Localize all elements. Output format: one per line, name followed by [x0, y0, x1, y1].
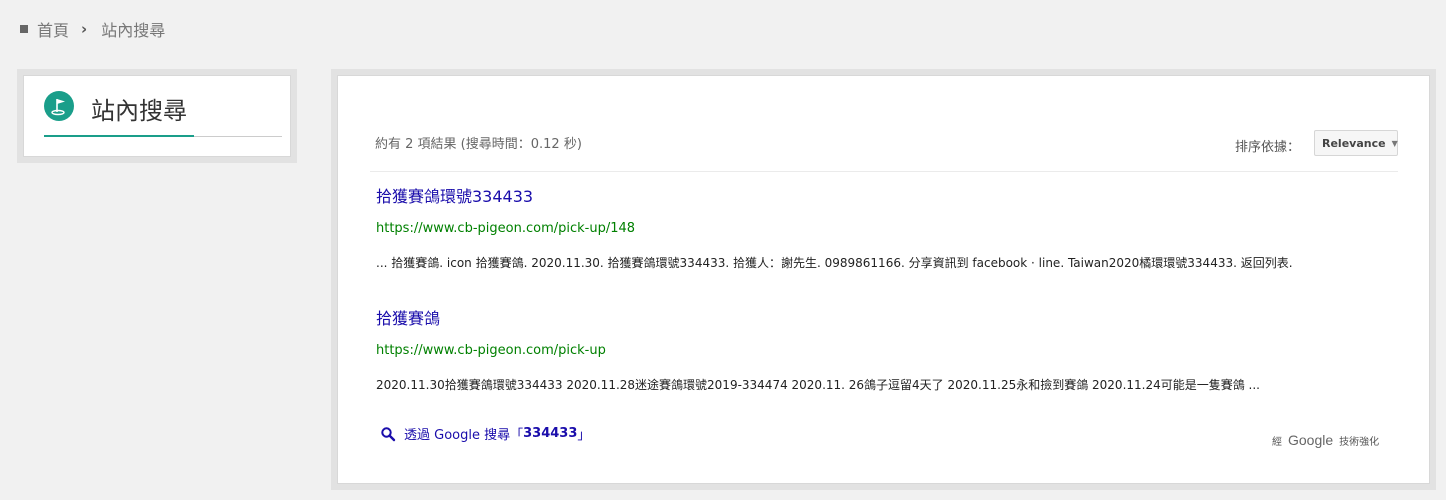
result-summary: 約有 2 項結果 (搜尋時間：0.12 秒) [375, 137, 582, 152]
result-url: https://www.cb-pigeon.com/pick-up [376, 343, 606, 358]
results-card-inner: 約有 2 項結果 (搜尋時間：0.12 秒) 排序依據： Relevance ▼… [337, 75, 1430, 484]
breadcrumb-square-icon [20, 25, 28, 33]
sidebar-card: 站內搜尋 [17, 69, 297, 163]
results-card: 約有 2 項結果 (搜尋時間：0.12 秒) 排序依據： Relevance ▼… [331, 69, 1436, 490]
result-title-link[interactable]: 拾獲賽鴿 [376, 305, 1260, 329]
google-search-query: 334433 [523, 426, 578, 441]
powered-prefix: 經 [1272, 436, 1282, 448]
powered-by-google: 經 Google 技術強化 [1272, 432, 1379, 448]
results-divider [370, 171, 1398, 172]
search-result: 拾獲賽鴿環號334433 https://www.cb-pigeon.com/p… [376, 183, 1293, 271]
search-icon [381, 426, 396, 441]
breadcrumb: 首頁 › 站內搜尋 [20, 17, 165, 41]
sort-select-value: Relevance [1322, 136, 1386, 150]
powered-suffix: 技術強化 [1339, 436, 1380, 448]
result-snippet: 2020.11.30拾獲賽鴿環號334433 2020.11.28迷途賽鴿環號2… [376, 378, 1260, 392]
result-snippet: ... 拾獲賽鴿. icon 拾獲賽鴿. 2020.11.30. 拾獲賽鴿環號3… [376, 256, 1293, 270]
sidebar-card-inner: 站內搜尋 [23, 75, 291, 157]
chevron-right-icon: › [81, 20, 88, 38]
google-search-link[interactable]: 透過 Google 搜尋「 334433」 [380, 424, 590, 443]
sort-label: 排序依據： [1235, 140, 1301, 155]
google-logo: Google [1288, 432, 1334, 448]
google-search-prefix: 透過 Google 搜尋「 [404, 428, 524, 443]
caret-down-icon: ▼ [1391, 138, 1398, 148]
breadcrumb-current: 站內搜尋 [101, 21, 166, 40]
google-search-suffix: 」 [577, 428, 591, 443]
result-title-link[interactable]: 拾獲賽鴿環號334433 [376, 183, 1293, 207]
golf-flag-icon [44, 91, 74, 121]
result-url: https://www.cb-pigeon.com/pick-up/148 [376, 221, 636, 236]
breadcrumb-home-link[interactable]: 首頁 [37, 17, 69, 41]
sidebar-divider-accent [44, 135, 194, 137]
sort-select[interactable]: Relevance ▼ [1314, 130, 1398, 156]
sidebar-title: 站內搜尋 [91, 97, 187, 125]
search-result: 拾獲賽鴿 https://www.cb-pigeon.com/pick-up 2… [376, 305, 1260, 393]
